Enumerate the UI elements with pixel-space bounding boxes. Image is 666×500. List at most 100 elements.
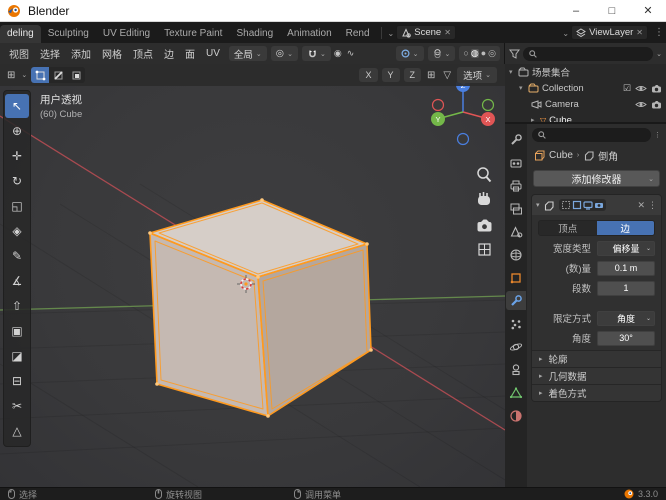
- tool-cursor[interactable]: ⊕: [5, 119, 29, 143]
- limit-method-dropdown[interactable]: 角度 ⌄: [597, 310, 655, 326]
- outliner-row-camera[interactable]: Camera: [505, 96, 666, 112]
- properties-search-input[interactable]: [549, 130, 645, 140]
- workspace-tab-rendering[interactable]: Rend: [339, 25, 377, 43]
- viewlayer-remove-icon[interactable]: ✕: [636, 28, 643, 37]
- modifier-extras-icon[interactable]: ⋮: [648, 200, 657, 211]
- tab-object-data[interactable]: [506, 383, 526, 402]
- tool-select-box[interactable]: ↖: [5, 94, 29, 118]
- breadcrumb-object[interactable]: Cube: [549, 150, 573, 161]
- workspace-tab-sculpting[interactable]: Sculpting: [41, 25, 96, 43]
- tool-scale[interactable]: ◱: [5, 194, 29, 218]
- render-display-icon[interactable]: [594, 200, 604, 210]
- filter-funnel-icon[interactable]: [509, 49, 520, 59]
- snap-dropdown[interactable]: ⌄: [301, 46, 331, 61]
- tool-rotate[interactable]: ↻: [5, 169, 29, 193]
- disclosure-icon[interactable]: ▾: [519, 84, 528, 92]
- outliner-search-input[interactable]: [540, 48, 648, 59]
- scene-selector[interactable]: Scene ✕: [396, 25, 456, 40]
- viewlayer-browse-icon[interactable]: ⌄: [560, 29, 571, 38]
- proportional-falloff-icon[interactable]: ∿: [345, 48, 357, 59]
- maximize-button[interactable]: □: [594, 0, 630, 21]
- outliner-row-collection[interactable]: ▾ Collection ☑: [505, 80, 666, 96]
- angle-number-field[interactable]: 30°: [597, 330, 655, 346]
- tab-constraints[interactable]: [506, 360, 526, 379]
- tab-world[interactable]: [506, 245, 526, 264]
- select-mode-face[interactable]: [67, 67, 85, 83]
- disable-render-camera-icon[interactable]: [651, 84, 662, 93]
- add-modifier-button[interactable]: 添加修改器 ⌄: [533, 170, 660, 187]
- segments-number-field[interactable]: 1: [597, 280, 655, 296]
- select-mode-vertex[interactable]: [31, 67, 50, 83]
- menu-select[interactable]: 选择: [35, 44, 65, 63]
- width-type-dropdown[interactable]: 偏移量 ⌄: [597, 240, 655, 256]
- tab-output[interactable]: [506, 176, 526, 195]
- tool-extrude-region[interactable]: ⇧: [5, 294, 29, 318]
- tool-move[interactable]: ✛: [5, 144, 29, 168]
- workspace-tab-modeling[interactable]: deling: [0, 25, 41, 43]
- modifier-close-icon[interactable]: ✕: [637, 200, 645, 211]
- shading-wireframe-icon[interactable]: ○: [463, 49, 468, 58]
- menu-add[interactable]: 添加: [66, 44, 96, 63]
- transform-orientation-dropdown[interactable]: 全局 ⌄: [228, 46, 267, 61]
- workspace-tab-texture-paint[interactable]: Texture Paint: [157, 25, 229, 43]
- tab-view-layer[interactable]: [506, 199, 526, 218]
- menu-edge[interactable]: 边: [159, 44, 179, 63]
- outliner-search-box[interactable]: [523, 46, 654, 61]
- section-geometry[interactable]: ▸ 几何数据: [532, 367, 661, 384]
- mesh-filter-icon[interactable]: ▽: [441, 70, 453, 81]
- tool-loop-cut[interactable]: ⊟: [5, 369, 29, 393]
- gizmos-toggle[interactable]: ⌄: [395, 46, 424, 61]
- tool-poly-build[interactable]: △: [5, 419, 29, 443]
- hide-viewport-eye-icon[interactable]: [635, 84, 647, 93]
- options-dropdown[interactable]: 选项 ⌄: [457, 67, 497, 83]
- menu-vertex[interactable]: 顶点: [128, 44, 158, 63]
- properties-search-box[interactable]: [532, 128, 651, 142]
- topbar-menu-dots-icon[interactable]: ⋮: [652, 27, 666, 38]
- tab-tool[interactable]: [506, 130, 526, 149]
- shading-material-icon[interactable]: ●: [481, 49, 486, 58]
- outliner-filter-dropdown-icon[interactable]: ⌄: [656, 50, 662, 58]
- workspace-tab-animation[interactable]: Animation: [280, 25, 338, 43]
- tool-inset-faces[interactable]: ▣: [5, 319, 29, 343]
- close-button[interactable]: ✕: [630, 0, 666, 21]
- workspace-tab-uv-editing[interactable]: UV Editing: [96, 25, 157, 43]
- affect-vertices-tab[interactable]: 顶点: [539, 221, 597, 235]
- amount-number-field[interactable]: 0.1 m: [597, 260, 655, 276]
- hide-viewport-eye-icon[interactable]: [635, 100, 647, 109]
- tool-transform[interactable]: ◈: [5, 219, 29, 243]
- section-profile[interactable]: ▸ 轮廓: [532, 350, 661, 367]
- tab-particles[interactable]: [506, 314, 526, 333]
- scene-browse-icon[interactable]: ⌄: [386, 29, 397, 38]
- menu-mesh[interactable]: 网格: [97, 44, 127, 63]
- scene-unlink-icon[interactable]: ✕: [444, 28, 451, 37]
- tab-physics[interactable]: [506, 337, 526, 356]
- mirror-z-toggle[interactable]: Z: [403, 68, 422, 82]
- realtime-display-icon[interactable]: [582, 200, 593, 210]
- outliner-row-scene-collection[interactable]: ▾ 场景集合: [505, 64, 666, 80]
- menu-uv[interactable]: UV: [201, 46, 225, 61]
- mirror-x-toggle[interactable]: X: [359, 68, 378, 82]
- viewlayer-selector[interactable]: ViewLayer ✕: [571, 25, 648, 40]
- tool-annotate[interactable]: ✎: [5, 244, 29, 268]
- viewport-3d[interactable]: ⊞ ⌄ X Y Z ⊞ ▽ 选项 ⌄ 用户透视 (60) Cube ↖ ⊕ ✛ …: [0, 64, 505, 487]
- shading-solid-icon[interactable]: ◍: [470, 49, 479, 58]
- edit-mode-display-icon[interactable]: [572, 200, 582, 210]
- mirror-y-toggle[interactable]: Y: [381, 68, 400, 82]
- section-shading[interactable]: ▸ 着色方式: [532, 384, 661, 401]
- minimize-button[interactable]: –: [558, 0, 594, 21]
- overlays-toggle[interactable]: ⌄: [427, 46, 456, 61]
- tab-material[interactable]: [506, 406, 526, 425]
- properties-options-icon[interactable]: ⋮: [654, 131, 661, 139]
- disable-render-camera-icon[interactable]: [651, 100, 662, 109]
- on-cage-icon[interactable]: [561, 200, 571, 210]
- tab-modifiers[interactable]: [506, 291, 526, 310]
- expand-icon[interactable]: ▾: [536, 201, 540, 209]
- shading-rendered-icon[interactable]: ◎: [488, 49, 496, 58]
- exclude-checkbox-icon[interactable]: ☑: [623, 83, 631, 94]
- pivot-point-dropdown[interactable]: ◎ ⌄: [270, 46, 298, 61]
- tool-bevel[interactable]: ◪: [5, 344, 29, 368]
- workspace-tab-shading[interactable]: Shading: [229, 25, 280, 43]
- editor-type-icon[interactable]: ⊞: [5, 70, 17, 81]
- menu-view[interactable]: 视图: [4, 44, 34, 63]
- snap-grid-icon[interactable]: ⊞: [425, 70, 437, 81]
